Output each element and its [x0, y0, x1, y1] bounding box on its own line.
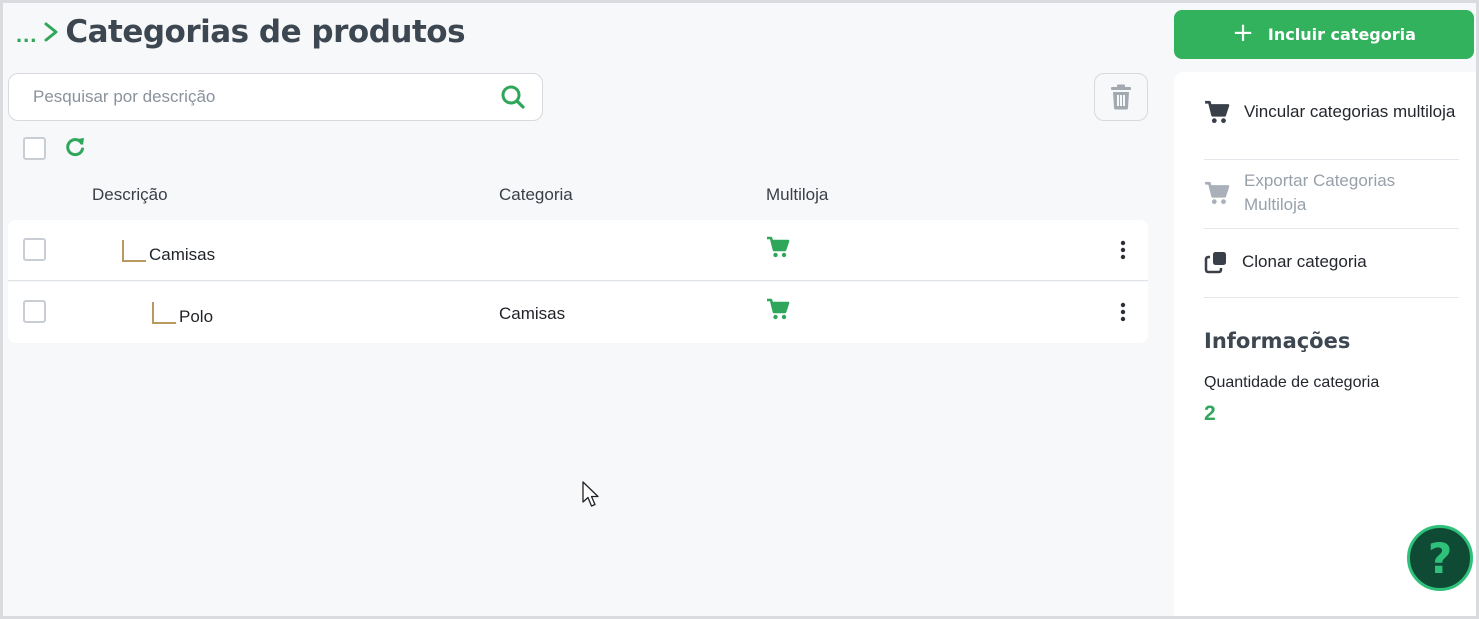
- help-question-icon: ?: [1427, 533, 1453, 583]
- chevron-right-icon: [44, 22, 58, 42]
- column-header-multiloja[interactable]: Multiloja: [766, 185, 828, 205]
- clone-icon: [1204, 252, 1226, 274]
- link-multistore-categories-item[interactable]: Vincular categorias multiloja: [1204, 100, 1459, 124]
- more-options-icon[interactable]: [1116, 302, 1130, 324]
- search-box: [8, 73, 543, 121]
- cart-icon: [1205, 181, 1230, 205]
- row-checkbox[interactable]: [23, 300, 46, 323]
- divider: [1204, 228, 1459, 229]
- category-count-label: Quantidade de categoria: [1204, 374, 1380, 391]
- help-button[interactable]: ?: [1407, 525, 1473, 591]
- link-multistore-categories-label: Vincular categorias multiloja: [1244, 102, 1456, 121]
- clone-category-item[interactable]: Clonar categoria: [1204, 250, 1459, 274]
- tree-connector: [152, 302, 176, 324]
- row-categoria: Camisas: [499, 304, 566, 323]
- plus-icon: +: [1232, 18, 1254, 48]
- info-title: Informações: [1204, 329, 1351, 353]
- table-row[interactable]: Camisas: [8, 220, 1148, 281]
- mouse-cursor-icon: [582, 481, 599, 507]
- cart-icon: [1205, 100, 1230, 124]
- breadcrumb-ellipsis[interactable]: ...: [16, 22, 37, 48]
- category-count-value: 2: [1204, 402, 1216, 425]
- breadcrumb: ... Categorias de produtos: [16, 14, 466, 50]
- row-checkbox[interactable]: [23, 238, 46, 261]
- column-header-descricao[interactable]: Descrição: [92, 185, 168, 205]
- table-row[interactable]: Polo Camisas: [8, 282, 1148, 343]
- trash-icon: [1111, 84, 1131, 110]
- clone-category-label: Clonar categoria: [1242, 252, 1367, 271]
- row-descricao: Camisas: [149, 245, 216, 264]
- add-category-label: Incluir categoria: [1267, 25, 1416, 44]
- export-multistore-categories-item: Exportar Categorias Multiloja: [1204, 169, 1459, 217]
- export-multistore-categories-label: Exportar Categorias Multiloja: [1244, 171, 1396, 214]
- cart-icon: [767, 298, 790, 320]
- divider: [1204, 297, 1459, 298]
- cart-icon: [767, 236, 790, 258]
- refresh-icon[interactable]: [64, 136, 86, 158]
- tree-connector: [122, 240, 146, 262]
- delete-button[interactable]: [1094, 73, 1148, 121]
- column-header-categoria[interactable]: Categoria: [499, 185, 573, 205]
- more-options-icon[interactable]: [1116, 240, 1130, 262]
- divider: [1204, 159, 1459, 160]
- add-category-button[interactable]: + Incluir categoria: [1174, 10, 1474, 59]
- select-all-checkbox[interactable]: [23, 137, 46, 160]
- search-icon[interactable]: [500, 84, 526, 110]
- page-title: Categorias de produtos: [65, 14, 466, 50]
- search-input[interactable]: [33, 87, 500, 107]
- row-descricao: Polo: [179, 307, 214, 326]
